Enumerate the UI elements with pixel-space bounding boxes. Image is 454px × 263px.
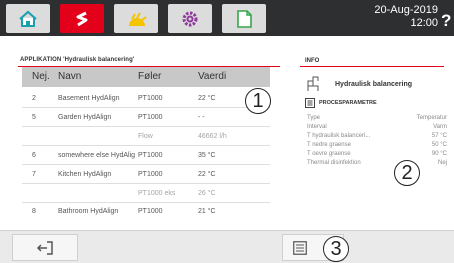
cell-foler: PT1000	[138, 95, 163, 102]
table-row[interactable]: 8 Bathroom HydAlign PT1000 21 °C	[22, 204, 270, 221]
exit-arrow-icon	[36, 240, 53, 255]
tab-settings[interactable]	[168, 4, 212, 33]
callout-3: 3	[323, 236, 349, 262]
procesparametre-title: PROCESPARAMETRE	[319, 100, 377, 106]
tab-flow[interactable]	[60, 4, 104, 33]
param-row: Type Temperatur	[307, 115, 447, 124]
list-icon	[305, 98, 315, 108]
table-row[interactable]: 5 Garden HydAlign PT1000 - -	[22, 110, 270, 127]
param-value: 90 °C	[431, 151, 447, 157]
applikation-title: APPLIKATION 'Hydraulisk balancering'	[20, 57, 135, 63]
param-row: Thermal disinfektion Nej	[307, 160, 447, 169]
cell-nej: 6	[32, 152, 36, 159]
info-title: INFO	[305, 58, 320, 64]
cell-vaerdi: 26 °C	[198, 190, 216, 197]
date-text: 20-Aug-2019	[374, 4, 438, 16]
sun-icon	[129, 11, 147, 26]
cell-vaerdi: 22 °C	[198, 95, 216, 102]
cell-nej: 7	[32, 171, 36, 178]
param-value: Temperatur	[416, 115, 447, 121]
cell-vaerdi: 35 °C	[198, 152, 216, 159]
tab-documents[interactable]	[222, 4, 266, 33]
help-button[interactable]: ?	[441, 11, 451, 31]
table-row[interactable]: 2 Basement HydAlign PT1000 22 °C	[22, 91, 270, 108]
param-label: T oevre graense	[307, 151, 351, 157]
header-vaerdi: Vaerdi	[198, 71, 227, 82]
param-label: Interval	[307, 124, 327, 130]
table-header: Nej. Navn Føler Vaerdi	[22, 67, 270, 87]
param-label: Thermal disinfektion	[307, 160, 361, 166]
callout-1: 1	[245, 88, 271, 114]
tab-solar[interactable]	[114, 4, 158, 33]
callout-2: 2	[394, 160, 420, 186]
tab-home[interactable]	[6, 4, 50, 33]
param-label: T hydraulisk balanceri...	[307, 133, 371, 139]
cell-navn: Garden HydAlign	[58, 114, 112, 121]
info-name: Hydraulisk balancering	[335, 81, 413, 88]
cell-foler: PT1000	[138, 208, 163, 215]
header-nej: Nej.	[32, 71, 50, 82]
top-bar: 20-Aug-2019 12:00 ?	[0, 0, 454, 36]
param-value: Nej	[437, 160, 447, 166]
list-icon	[293, 241, 307, 255]
date-time: 20-Aug-2019 12:00	[330, 4, 438, 30]
info-rule	[300, 66, 444, 67]
cell-vaerdi: 46662 l/h	[198, 133, 227, 140]
cell-vaerdi: - -	[198, 114, 205, 121]
back-button[interactable]	[12, 234, 78, 261]
cell-nej: 2	[32, 95, 36, 102]
param-row: T oevre graense 90 °C	[307, 151, 447, 160]
cell-foler: PT1000	[138, 152, 163, 159]
table-row[interactable]: PT1000 eks 26 °C	[22, 186, 270, 203]
cell-navn: somewhere else HydAlig	[58, 152, 136, 159]
time-text: 12:00	[410, 17, 438, 29]
cell-nej: 8	[32, 208, 36, 215]
param-value: 50 °C	[431, 142, 447, 148]
home-icon	[19, 10, 37, 27]
param-row: T hydraulisk balanceri... 57 °C	[307, 133, 447, 142]
cell-foler: PT1000	[138, 171, 163, 178]
cell-foler: Flow	[138, 133, 153, 140]
table-row[interactable]: 7 Kitchen HydAlign PT1000 22 °C	[22, 167, 270, 184]
valve-icon	[307, 76, 319, 91]
gear-icon	[182, 11, 198, 26]
cell-foler: PT1000	[138, 114, 163, 121]
header-navn: Navn	[58, 71, 82, 82]
cell-navn: Basement HydAlign	[58, 95, 120, 102]
table-row[interactable]: 6 somewhere else HydAlig PT1000 35 °C	[22, 148, 270, 165]
cell-vaerdi: 22 °C	[198, 171, 216, 178]
param-value: 57 °C	[431, 133, 447, 139]
cell-foler: PT1000 eks	[138, 190, 176, 197]
param-label: T nedre graense	[307, 142, 351, 148]
cell-navn: Bathroom HydAlign	[58, 208, 119, 215]
cell-nej: 5	[32, 114, 36, 121]
table-row[interactable]: Flow 46662 l/h	[22, 129, 270, 146]
param-row: Interval Varm	[307, 124, 447, 133]
document-icon	[237, 9, 252, 28]
param-value: Varm	[433, 124, 447, 130]
param-row: T nedre graense 50 °C	[307, 142, 447, 151]
flow-arrows-icon	[76, 11, 88, 26]
cell-vaerdi: 21 °C	[198, 208, 216, 215]
cell-navn: Kitchen HydAlign	[58, 171, 112, 178]
param-label: Type	[307, 115, 321, 121]
header-foler: Føler	[138, 71, 162, 82]
